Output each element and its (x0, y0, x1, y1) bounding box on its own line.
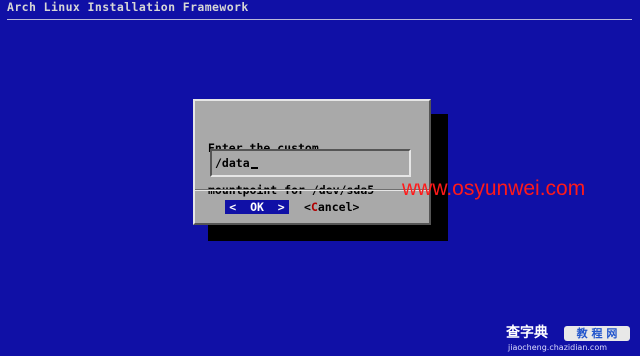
logo-domain: jiaocheng.chazidian.com (508, 343, 608, 352)
window-title: Arch Linux Installation Framework (7, 0, 249, 14)
installer-screen: Arch Linux Installation Framework Enter … (0, 0, 640, 356)
mountpoint-input[interactable]: /data (210, 149, 411, 177)
site-logo: 查字典 教 程 网 jiaocheng.chazidian.com (506, 324, 632, 354)
logo-badge: 教 程 网 (564, 326, 630, 341)
cancel-hotkey: C (310, 200, 318, 214)
title-underline (7, 19, 632, 20)
ok-left-bracket: < (229, 200, 237, 214)
cancel-right-bracket: > (352, 200, 360, 214)
cancel-left-bracket: < (304, 200, 311, 214)
ok-button[interactable]: < OK > (225, 200, 289, 214)
mountpoint-value-text: /data (215, 156, 250, 170)
watermark-url: www.osyunwei.com (402, 177, 586, 200)
text-cursor (250, 167, 258, 169)
cancel-label: ancel (317, 200, 353, 214)
cancel-button[interactable]: <Cancel> (304, 200, 359, 214)
input-dialog: Enter the custom mountpoint for /dev/sda… (193, 99, 431, 225)
logo-name: 查字典 (506, 325, 548, 341)
button-area-divider (195, 190, 429, 191)
ok-label: OK (250, 200, 264, 214)
ok-right-bracket: > (277, 200, 285, 214)
mountpoint-input-value: /data (215, 156, 258, 170)
